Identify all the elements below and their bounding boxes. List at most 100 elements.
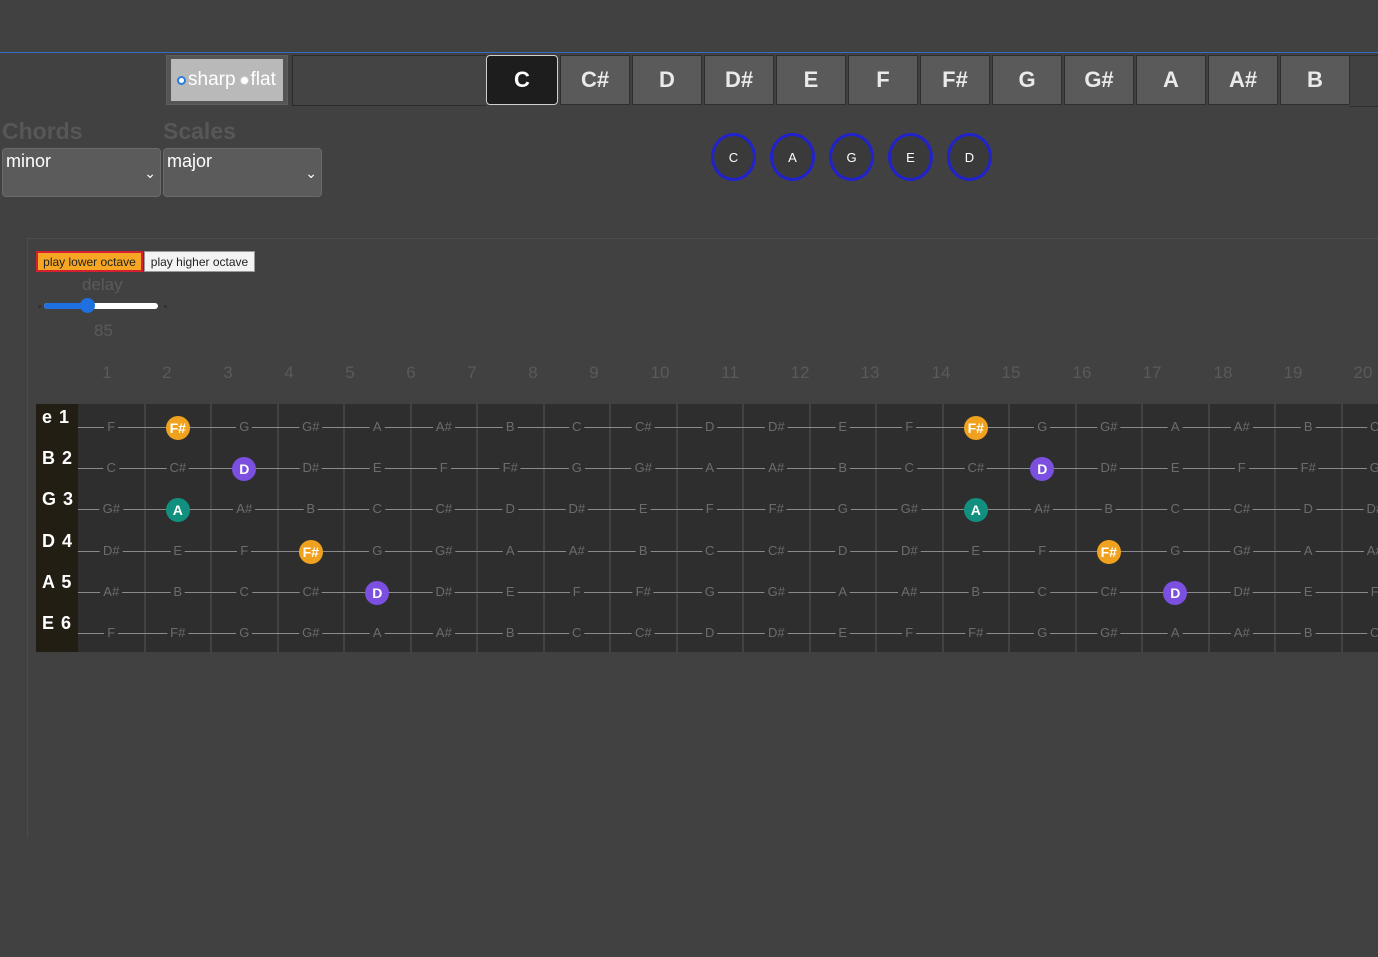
sharp-radio[interactable] xyxy=(177,75,186,85)
fret-note[interactable]: A# xyxy=(1363,543,1378,558)
fret-note[interactable]: D# xyxy=(1363,502,1378,517)
fret-note[interactable]: D# xyxy=(897,543,921,558)
fret-note[interactable]: A# xyxy=(233,502,256,517)
fret-note[interactable]: D# xyxy=(1230,584,1254,599)
fret-note[interactable]: D# xyxy=(565,502,589,517)
fret-note[interactable]: F# xyxy=(965,626,987,640)
key-button-c[interactable]: C xyxy=(486,55,558,105)
highlighted-note[interactable]: A xyxy=(165,498,190,523)
highlighted-note[interactable]: F# xyxy=(963,416,988,440)
fret-note[interactable]: F xyxy=(702,502,717,517)
key-button-g[interactable]: G xyxy=(992,55,1062,105)
fret-note[interactable]: C xyxy=(569,626,585,640)
fret-note[interactable]: D xyxy=(502,502,518,517)
fret-note[interactable]: B xyxy=(968,584,984,599)
fret-note[interactable]: G# xyxy=(99,502,123,517)
fret-note[interactable]: D# xyxy=(299,461,323,476)
fret-note[interactable]: C xyxy=(1034,584,1050,599)
fret-note[interactable]: D# xyxy=(432,584,456,599)
fret-note[interactable]: A# xyxy=(432,420,455,434)
fret-note[interactable]: E xyxy=(835,626,851,640)
chord-shape-c[interactable]: C xyxy=(711,133,756,181)
fret-note[interactable]: C xyxy=(1167,502,1183,517)
fret-note[interactable]: E xyxy=(1167,461,1183,476)
highlighted-note[interactable]: D xyxy=(365,580,390,605)
sharp-label[interactable]: sharp xyxy=(188,69,236,91)
fret-note[interactable]: D xyxy=(835,543,851,558)
fret-note[interactable]: G# xyxy=(764,584,788,599)
fret-note[interactable]: B xyxy=(1300,626,1316,640)
fret-note[interactable]: E xyxy=(635,502,651,517)
fret-note[interactable]: E xyxy=(502,584,518,599)
fret-note[interactable]: A xyxy=(835,584,851,599)
fret-note[interactable]: F xyxy=(104,626,119,640)
key-button-f[interactable]: F xyxy=(848,55,918,105)
fret-note[interactable]: F# xyxy=(499,461,521,476)
fret-note[interactable]: B xyxy=(170,584,186,599)
scales-select[interactable]: major ⌄ xyxy=(163,148,322,197)
fret-note[interactable]: F xyxy=(1035,543,1050,558)
fret-note[interactable]: G# xyxy=(299,420,323,434)
fret-note[interactable]: F xyxy=(1367,584,1378,599)
key-button-d-sharp[interactable]: D# xyxy=(704,55,774,105)
fret-note[interactable]: G# xyxy=(1097,626,1121,640)
chord-shape-a[interactable]: A xyxy=(770,133,815,181)
fret-note[interactable]: B xyxy=(502,626,518,640)
fret-note[interactable]: E xyxy=(968,543,984,558)
fret-note[interactable]: B xyxy=(1101,502,1117,517)
fret-note[interactable]: G xyxy=(1034,420,1051,434)
fret-note[interactable]: A xyxy=(369,626,385,640)
fret-note[interactable]: F xyxy=(436,461,451,476)
fret-note[interactable]: D# xyxy=(99,543,123,558)
fret-note[interactable]: C xyxy=(569,420,585,434)
highlighted-note[interactable]: F# xyxy=(298,539,323,564)
fret-note[interactable]: G xyxy=(568,461,585,476)
fret-note[interactable]: C# xyxy=(631,626,655,640)
fret-note[interactable]: C# xyxy=(299,584,323,599)
fret-note[interactable]: B xyxy=(303,502,319,517)
fret-note[interactable]: C# xyxy=(1097,584,1121,599)
fret-note[interactable]: G# xyxy=(631,461,655,476)
key-button-c-sharp[interactable]: C# xyxy=(560,55,630,105)
fret-note[interactable]: A# xyxy=(1230,420,1253,434)
fret-note[interactable]: D xyxy=(702,626,718,640)
fret-note[interactable]: A# xyxy=(432,626,455,640)
fret-note[interactable]: A# xyxy=(565,543,588,558)
fret-note[interactable]: G xyxy=(1366,461,1378,476)
key-button-b[interactable]: B xyxy=(1280,55,1350,105)
fret-note[interactable]: C xyxy=(702,543,718,558)
fret-note[interactable]: D# xyxy=(764,626,788,640)
chord-shape-g[interactable]: G xyxy=(829,133,874,181)
fret-note[interactable]: F# xyxy=(765,502,787,517)
fret-note[interactable]: C xyxy=(1367,626,1378,640)
fret-note[interactable]: A# xyxy=(898,584,921,599)
fret-note[interactable]: C xyxy=(1367,420,1378,434)
key-button-f-sharp[interactable]: F# xyxy=(920,55,990,105)
fret-note[interactable]: G xyxy=(369,543,386,558)
fret-note[interactable]: E xyxy=(835,420,851,434)
fret-note[interactable]: B xyxy=(502,420,518,434)
chord-shape-d[interactable]: D xyxy=(947,133,992,181)
fret-note[interactable]: F xyxy=(1234,461,1249,476)
highlighted-note[interactable]: D xyxy=(1163,580,1188,605)
fret-note[interactable]: G# xyxy=(1097,420,1121,434)
fret-note[interactable]: F xyxy=(237,543,252,558)
fret-note[interactable]: C# xyxy=(764,543,788,558)
fret-note[interactable]: A xyxy=(1167,420,1183,434)
fret-note[interactable]: C xyxy=(103,461,119,476)
fret-note[interactable]: D# xyxy=(1097,461,1121,476)
fret-note[interactable]: G xyxy=(236,420,253,434)
flat-radio[interactable] xyxy=(239,75,249,85)
fret-note[interactable]: B xyxy=(635,543,651,558)
fret-note[interactable]: A# xyxy=(100,584,123,599)
slider-thumb[interactable] xyxy=(79,298,95,313)
key-button-a-sharp[interactable]: A# xyxy=(1208,55,1278,105)
play-higher-octave-button[interactable]: play higher octave xyxy=(144,251,255,272)
play-lower-octave-button[interactable]: play lower octave xyxy=(36,251,143,272)
fret-note[interactable]: A# xyxy=(765,461,788,476)
fret-note[interactable]: G xyxy=(834,502,851,517)
key-button-e[interactable]: E xyxy=(776,55,846,105)
chord-shape-e[interactable]: E xyxy=(888,133,933,181)
fret-note[interactable]: G# xyxy=(897,502,921,517)
highlighted-note[interactable]: D xyxy=(1030,457,1055,482)
